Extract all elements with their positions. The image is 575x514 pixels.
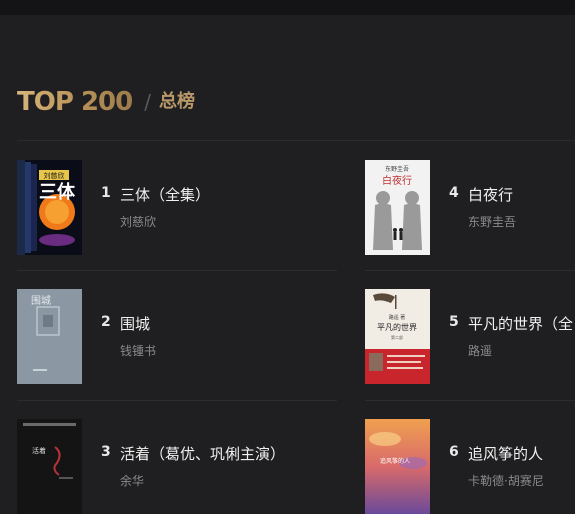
svg-text:平凡的世界: 平凡的世界	[377, 322, 417, 332]
book-cover-6[interactable]: 追风筝的人	[365, 419, 430, 514]
book-title[interactable]: 追风筝的人	[468, 443, 543, 464]
book-rank: 2	[101, 314, 111, 330]
row-divider	[365, 270, 575, 271]
huozhe-cover-image: 活着	[17, 419, 82, 514]
book-cover-1[interactable]: 刘慈欣 三体	[17, 160, 82, 255]
book-author[interactable]: 余华	[120, 472, 144, 489]
book-item-5[interactable]: 路遥 著 平凡的世界 第二部 5 平凡的世界（全 路遥	[365, 289, 575, 385]
top-nav-bar	[0, 0, 575, 15]
santi-cover-image: 刘慈欣 三体	[17, 160, 82, 255]
svg-text:东野圭吾: 东野圭吾	[385, 165, 409, 173]
book-title[interactable]: 平凡的世界（全	[468, 313, 573, 334]
book-author[interactable]: 刘慈欣	[120, 213, 156, 230]
svg-text:刘慈欣: 刘慈欣	[44, 171, 65, 180]
book-author[interactable]: 路遥	[468, 342, 492, 359]
book-rank: 3	[101, 444, 111, 460]
row-divider	[17, 400, 337, 401]
pingfan-cover-image: 路遥 著 平凡的世界 第二部	[365, 289, 430, 384]
book-rank: 5	[449, 314, 459, 330]
svg-text:第二部: 第二部	[391, 334, 403, 340]
book-title[interactable]: 三体（全集）	[120, 184, 210, 205]
top200-logo: TOP 200	[17, 87, 133, 117]
book-title[interactable]: 围城	[120, 313, 150, 334]
zhuifengzheng-cover-image: 追风筝的人	[365, 419, 430, 514]
baiyexing-cover-image: 东野圭吾 白夜行	[365, 160, 430, 255]
book-rank: 6	[449, 444, 459, 460]
book-author[interactable]: 钱锺书	[120, 342, 156, 359]
book-cover-4[interactable]: 东野圭吾 白夜行	[365, 160, 430, 255]
book-rank: 4	[449, 185, 459, 201]
header-divider	[17, 140, 575, 141]
book-cover-3[interactable]: 活着	[17, 419, 82, 514]
svg-text:活着: 活着	[32, 446, 46, 455]
svg-text:三体: 三体	[39, 181, 76, 203]
book-cover-2[interactable]: 围城	[17, 289, 82, 384]
row-divider	[365, 400, 575, 401]
svg-text:围城: 围城	[31, 295, 51, 307]
weicheng-cover-image: 围城	[17, 289, 82, 384]
book-item-4[interactable]: 东野圭吾 白夜行 4 白夜行 东野圭吾	[365, 160, 575, 256]
svg-text:追风筝的人: 追风筝的人	[380, 457, 410, 465]
book-item-6[interactable]: 追风筝的人 6 追风筝的人 卡勒德·胡赛尼	[365, 419, 575, 514]
book-author[interactable]: 卡勒德·胡赛尼	[468, 472, 544, 489]
book-item-1[interactable]: 刘慈欣 三体 1 三体（全集） 刘慈欣	[17, 160, 337, 256]
ranking-header: TOP 200 / 总榜	[17, 86, 195, 118]
book-item-3[interactable]: 活着 3 活着（葛优、巩俐主演） 余华	[17, 419, 337, 514]
svg-text:白夜行: 白夜行	[382, 174, 412, 187]
row-divider	[17, 270, 337, 271]
svg-text:路遥 著: 路遥 著	[389, 314, 406, 321]
book-item-2[interactable]: 围城 2 围城 钱锺书	[17, 289, 337, 385]
list-name[interactable]: 总榜	[159, 86, 195, 118]
book-title[interactable]: 活着（葛优、巩俐主演）	[120, 443, 285, 464]
book-title[interactable]: 白夜行	[468, 184, 513, 205]
book-rank: 1	[101, 185, 111, 201]
book-cover-5[interactable]: 路遥 著 平凡的世界 第二部	[365, 289, 430, 384]
header-separator: /	[144, 90, 151, 114]
book-author[interactable]: 东野圭吾	[468, 213, 516, 230]
